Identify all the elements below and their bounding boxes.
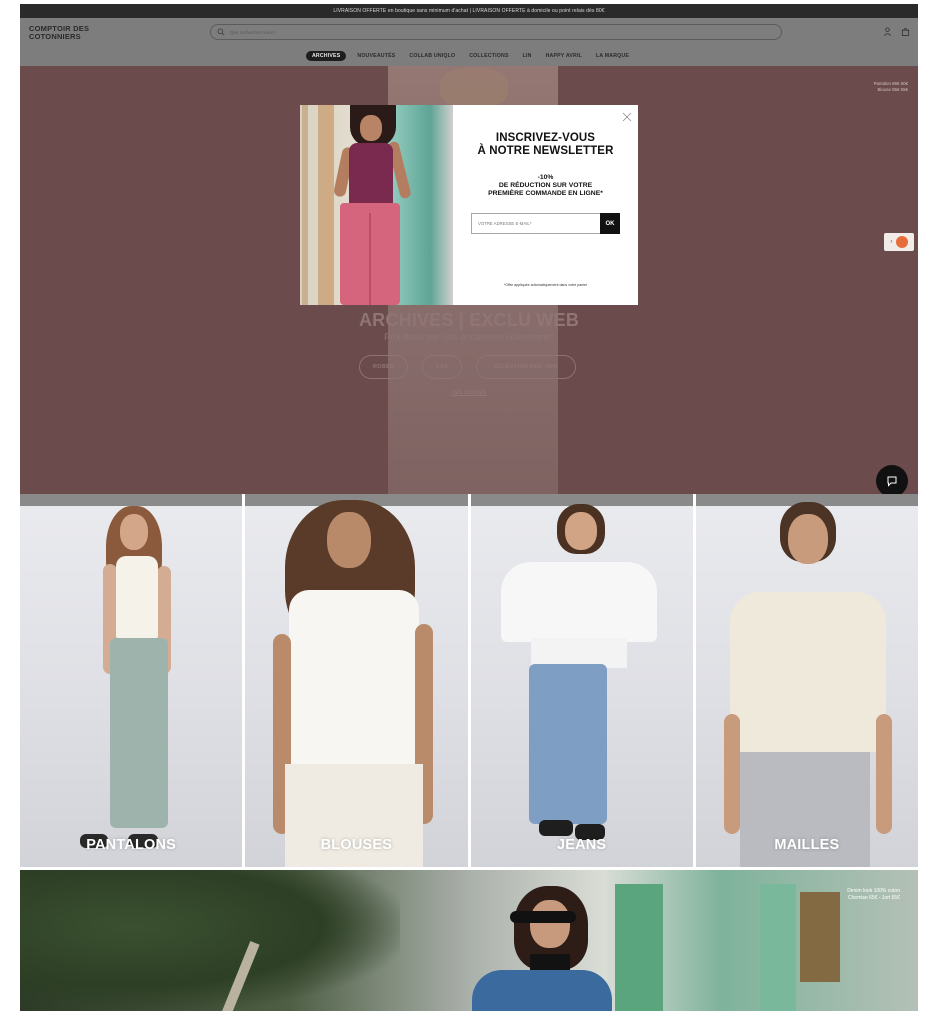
banner-price-info: Denim look 100% coton Chemise 65€ - Jort… (847, 888, 900, 901)
category-label: JEANS (556, 837, 607, 853)
category-tile-blouses[interactable]: BLOUSES (245, 494, 468, 867)
sunglasses-icon (510, 911, 576, 923)
side-widget[interactable]: ‹ (884, 233, 914, 251)
page: LIVRAISON OFFERTE en boutique sans minim… (20, 0, 918, 1011)
nav-item-la-marque[interactable]: LA MARQUE (593, 51, 632, 61)
hero-price-line-2: Blouse 85€ 55€ (877, 87, 908, 92)
modal-title: INSCRIVEZ-VOUS À NOTRE NEWSLETTER (453, 132, 638, 157)
promo-bar[interactable]: LIVRAISON OFFERTE en boutique sans minim… (20, 4, 918, 18)
reward-icon (895, 236, 908, 248)
newsletter-form: OK (471, 213, 620, 235)
brand-logo[interactable]: COMPTOIR DES COTONNIERS (29, 25, 89, 41)
category-grid: PANTALONS BLOUSES JEANS MAILLES (20, 494, 918, 867)
email-field[interactable] (471, 213, 600, 235)
nav-item-lin[interactable]: LIN (520, 51, 535, 61)
category-label: BLOUSES (320, 837, 393, 853)
search-input[interactable] (230, 29, 430, 35)
banner-price-line-2: Chemise 65€ - Jort 65€ (848, 894, 900, 901)
modal-title-line-2: À NOTRE NEWSLETTER (477, 144, 614, 157)
main-nav: ARCHIVES NOUVEAUTÉS COLLAB UNIQLO COLLEC… (20, 46, 918, 66)
category-label: PANTALONS (86, 837, 177, 853)
category-tile-jeans[interactable]: JEANS (470, 494, 693, 867)
modal-offer-line-3: PREMIÈRE COMMANDE EN LIGNE* (488, 189, 603, 197)
hero-subtitle: Prix doux sur nos anciennes collections* (383, 332, 555, 343)
category-tile-pantalons[interactable]: PANTALONS (20, 494, 243, 867)
modal-offer-line-2: DE RÉDUCTION SUR VOTRE (498, 181, 593, 189)
chat-button[interactable] (876, 465, 908, 494)
modal-footnote: *Offre appliquée automatiquement dans vo… (503, 283, 588, 287)
hero-title: ARCHIVES | EXCLU WEB (358, 310, 580, 330)
nav-item-nouveautes[interactable]: NOUVEAUTÉS (354, 51, 398, 61)
modal-title-line-1: INSCRIVEZ-VOUS (495, 132, 596, 144)
search-icon (217, 28, 225, 36)
nav-item-happy-avril[interactable]: HAPPY AVRIL (543, 51, 585, 61)
chat-icon (887, 476, 897, 487)
hero-pill-group: ROBES SAA SÉLECTION DES -40% (359, 355, 576, 379)
campaign-banner[interactable]: Denim look 100% coton Chemise 65€ - Jort… (20, 870, 918, 1011)
category-label: MAILLES (774, 837, 840, 853)
chevron-left-icon: ‹ (890, 239, 893, 245)
hero-link[interactable]: LES CHUTES (20, 390, 918, 396)
modal-offer: -10% DE RÉDUCTION SUR VOTRE PREMIÈRE COM… (453, 174, 638, 197)
header-icons (883, 27, 910, 36)
nav-item-archives[interactable]: ARCHIVES (305, 51, 347, 61)
modal-model-image (300, 105, 453, 305)
hero-price-info: Pantalon 89€ 60€ Blouse 85€ 55€ (874, 81, 908, 93)
submit-button[interactable]: OK (600, 213, 620, 235)
logo-line-2: COTONNIERS (29, 32, 81, 41)
category-tile-mailles[interactable]: MAILLES (695, 494, 918, 867)
pill-robes[interactable]: ROBES (359, 355, 408, 379)
pill-saa[interactable]: SAA (422, 355, 462, 379)
modal-offer-line-1: -10% (537, 174, 554, 181)
banner-price-line-1: Denim look 100% coton (847, 888, 900, 894)
promo-text: LIVRAISON OFFERTE en boutique sans minim… (333, 8, 605, 14)
pill-selection[interactable]: SÉLECTION DES -40% (476, 355, 576, 379)
close-icon[interactable] (622, 112, 632, 122)
user-icon[interactable] (883, 27, 892, 36)
search-bar[interactable] (210, 24, 782, 40)
site-header: COMPTOIR DES COTONNIERS (20, 18, 918, 46)
modal-content: INSCRIVEZ-VOUS À NOTRE NEWSLETTER -10% D… (453, 105, 638, 305)
nav-item-collections[interactable]: COLLECTIONS (466, 51, 511, 61)
newsletter-modal: INSCRIVEZ-VOUS À NOTRE NEWSLETTER -10% D… (300, 105, 638, 305)
bag-icon[interactable] (901, 27, 910, 36)
nav-item-collab-uniqlo[interactable]: COLLAB UNIQLO (406, 51, 458, 61)
